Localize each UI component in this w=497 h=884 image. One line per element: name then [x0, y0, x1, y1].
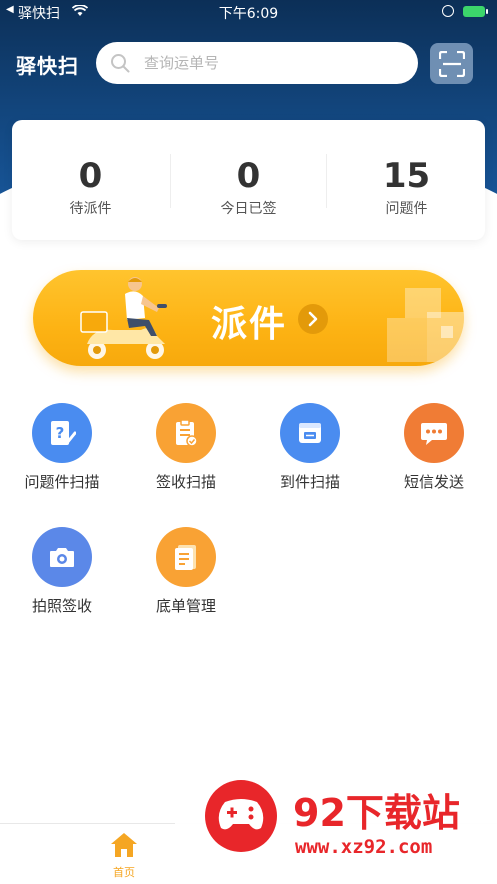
scan-button[interactable] — [430, 43, 473, 84]
clipboard-icon — [176, 419, 198, 447]
gamepad-logo-icon — [205, 780, 277, 852]
watermark-name: 92下载站 — [293, 791, 460, 835]
chat-bubble-icon — [421, 423, 447, 445]
dispatch-button[interactable]: 派件 — [33, 270, 464, 366]
grid-label: 签收扫描 — [155, 473, 216, 491]
stat-problem-items[interactable]: 15 问题件 — [328, 156, 485, 218]
tab-home-label: 首页 — [113, 866, 135, 879]
search-input[interactable] — [144, 42, 404, 84]
camera-icon — [50, 548, 74, 567]
tab-home[interactable]: 首页 — [104, 832, 144, 880]
watermark: 92下载站 www.xz92.com — [175, 760, 497, 883]
svg-text:?: ? — [56, 424, 65, 442]
search-icon — [111, 54, 130, 73]
package-box-icon — [299, 423, 321, 443]
stat-divider — [326, 154, 327, 208]
battery-icon — [463, 6, 488, 17]
photo-sign-button[interactable]: 拍照签收 — [0, 527, 124, 616]
stat-label: 今日已签 — [220, 201, 277, 217]
status-time: 下午6:09 — [218, 6, 279, 22]
stat-signed-today[interactable]: 0 今日已签 — [170, 156, 327, 218]
grid-label: 到件扫描 — [279, 473, 340, 491]
question-doc-icon: ? — [51, 421, 76, 445]
stat-label: 待派件 — [69, 201, 112, 217]
sign-scan-button[interactable]: 签收扫描 — [124, 403, 248, 492]
grid-label: 短信发送 — [403, 473, 464, 491]
problem-scan-button[interactable]: ? 问题件扫描 — [0, 403, 124, 492]
receipt-manage-button[interactable]: 底单管理 — [124, 527, 248, 616]
arrival-scan-button[interactable]: 到件扫描 — [248, 403, 372, 492]
home-icon — [111, 833, 137, 857]
grid-label: 底单管理 — [155, 597, 216, 615]
stat-value: 0 — [236, 156, 261, 196]
stat-value: 0 — [78, 156, 103, 196]
watermark-url: www.xz92.com — [295, 836, 433, 858]
grid-icon-circle — [32, 527, 92, 587]
document-icon — [175, 545, 196, 570]
app-title: 驿快扫 — [16, 54, 79, 78]
grid-icon-circle — [404, 403, 464, 463]
grid-icon-circle — [156, 403, 216, 463]
sms-send-button[interactable]: 短信发送 — [372, 403, 496, 492]
scan-icon — [439, 51, 465, 77]
stat-pending-dispatch[interactable]: 0 待派件 — [12, 156, 169, 218]
stats-card: 0 待派件 0 今日已签 15 问题件 — [12, 120, 485, 240]
courier-scooter-illustration — [80, 277, 167, 359]
chevron-right-icon — [298, 304, 328, 334]
dispatch-label: 派件 — [211, 304, 288, 345]
stat-label: 问题件 — [385, 201, 428, 217]
grid-icon-circle: ? — [32, 403, 92, 463]
stat-value: 15 — [382, 156, 431, 196]
grid-label: 问题件扫描 — [24, 473, 100, 491]
grid-icon-circle — [280, 403, 340, 463]
search-bar[interactable] — [96, 42, 418, 84]
grid-label: 拍照签收 — [31, 597, 92, 615]
rotation-lock-icon — [442, 5, 454, 17]
status-bar: ◀ 驿快扫 下午6:09 — [0, 0, 497, 26]
parcel-boxes-illustration — [387, 288, 464, 362]
grid-icon-circle — [156, 527, 216, 587]
